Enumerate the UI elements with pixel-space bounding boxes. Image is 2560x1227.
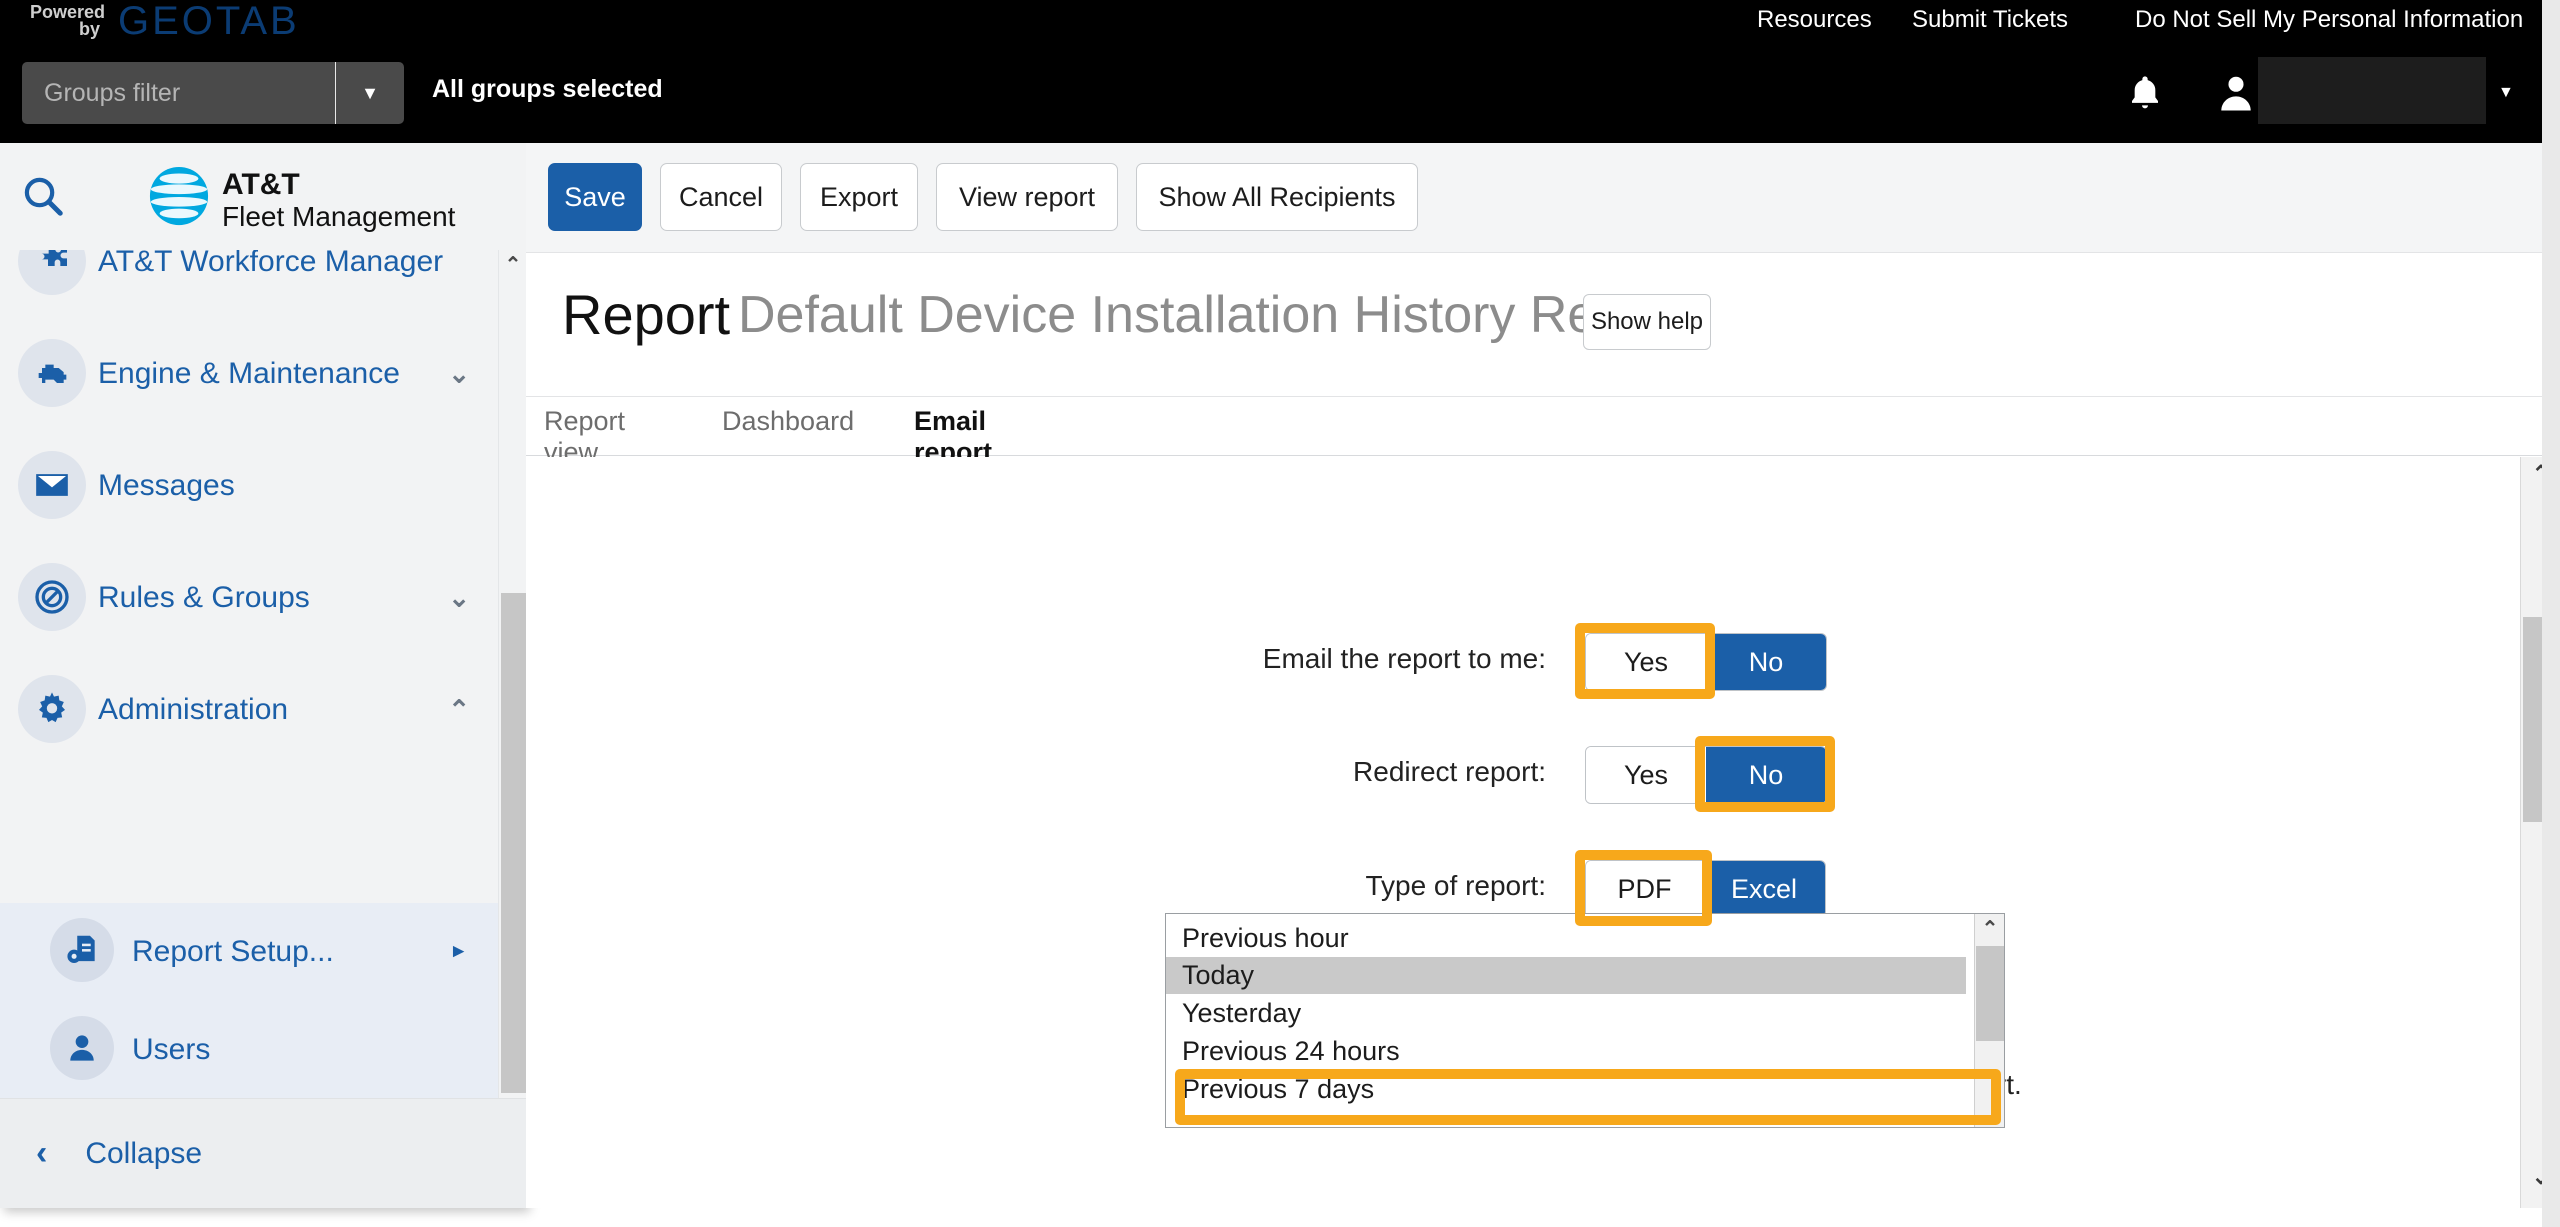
main-scrollbar[interactable]: ⌃ ⌄ xyxy=(2520,457,2560,1208)
type-excel-option[interactable]: Excel xyxy=(1703,861,1825,917)
page-title-row: Report Default Device Installation Histo… xyxy=(526,254,2560,397)
list-item[interactable]: Previous hour xyxy=(1166,920,1966,957)
type-of-report-label: Type of report: xyxy=(1365,870,1546,901)
left-sidebar: AT&T Fleet Management AT&T Workforce Man… xyxy=(0,143,526,1208)
sidebar-collapse-button[interactable]: ‹ Collapse xyxy=(0,1098,526,1208)
redirect-report-label: Redirect report: xyxy=(1353,756,1546,787)
tab-report-view[interactable]: Report view xyxy=(544,406,672,467)
search-icon[interactable] xyxy=(20,173,66,219)
chevron-up-icon[interactable]: ⌃ xyxy=(448,695,470,726)
sidebar-scroll-area: AT&T Workforce Manager Engine & Maintena… xyxy=(0,250,526,1208)
geotab-logo: GEOTAB xyxy=(118,0,300,43)
tab-dashboard[interactable]: Dashboard xyxy=(722,406,864,456)
bell-icon[interactable] xyxy=(2125,72,2165,114)
list-item[interactable]: Previous 7 days xyxy=(1166,1071,1966,1108)
sidebar-item-label: Administration xyxy=(98,693,289,726)
all-groups-selected-label: All groups selected xyxy=(432,75,663,103)
sidebar-item-label: Engine & Maintenance xyxy=(98,357,400,390)
sidebar-item-label: Messages xyxy=(98,469,235,502)
cancel-button[interactable]: Cancel xyxy=(660,163,782,231)
sidebar-item-messages[interactable]: Messages xyxy=(0,430,498,542)
redirect-no-option[interactable]: No xyxy=(1706,747,1826,803)
redirect-report-toggle[interactable]: Yes No xyxy=(1585,746,1827,804)
sidebar-item-label: Report Setup... xyxy=(132,935,334,968)
sidebar-item-label: AT&T Workforce Manager xyxy=(98,250,444,278)
nav-link-submit-tickets[interactable]: Submit Tickets xyxy=(1912,6,2068,34)
sidebar-item-administration[interactable]: Administration ⌃ xyxy=(0,654,498,766)
action-toolbar: Save Cancel Export View report Show All … xyxy=(526,143,2560,253)
person-icon[interactable] xyxy=(2215,70,2257,116)
top-header-bar: Powered by GEOTAB Groups filter ▼ All gr… xyxy=(0,0,2560,143)
powered-by-text: Powered by xyxy=(30,2,106,39)
tab-email-report[interactable]: Email report xyxy=(914,406,1042,467)
list-item[interactable]: Previous 24 hours xyxy=(1166,1033,1966,1070)
sidebar-scrollbar-thumb[interactable] xyxy=(501,593,526,1093)
sidebar-item-workforce-manager[interactable]: AT&T Workforce Manager xyxy=(0,250,498,318)
email-to-me-no-option[interactable]: No xyxy=(1706,634,1826,690)
att-brand-title: AT&T xyxy=(222,168,300,201)
user-name-field xyxy=(2258,57,2486,124)
chevron-down-icon[interactable]: ⌄ xyxy=(448,583,470,614)
scroll-down-icon[interactable]: ⌄ xyxy=(2521,1164,2560,1200)
type-of-report-toggle[interactable]: PDF Excel xyxy=(1585,860,1826,918)
listbox-scroll-up-icon[interactable]: ⌃ xyxy=(1975,914,2004,944)
sidebar-item-rules-groups[interactable]: Rules & Groups ⌄ xyxy=(0,542,498,654)
listbox-scrollbar[interactable]: ⌃ xyxy=(1974,914,2004,1127)
email-to-me-label: Email the report to me: xyxy=(1262,643,1546,674)
chevron-left-icon: ‹ xyxy=(36,1134,48,1172)
groups-filter-dropdown[interactable]: Groups filter ▼ xyxy=(22,62,404,124)
sidebar-item-label: Rules & Groups xyxy=(98,581,310,614)
show-help-button[interactable]: Show help xyxy=(1583,294,1711,350)
tab-bar: Report view Dashboard Email report xyxy=(526,398,2560,467)
view-report-button[interactable]: View report xyxy=(936,163,1118,231)
puzzle-icon xyxy=(18,250,86,295)
email-report-form: Email the report to me: Yes No 10 users … xyxy=(526,457,2560,1208)
email-to-me-yes-option[interactable]: Yes xyxy=(1586,634,1706,690)
date-range-listbox[interactable]: Previous hour Today Yesterday Previous 2… xyxy=(1165,913,2005,1128)
listbox-scrollbar-thumb[interactable] xyxy=(1976,946,2004,1041)
chevron-down-icon[interactable]: ⌄ xyxy=(448,359,470,390)
sidebar-item-engine-maintenance[interactable]: Engine & Maintenance ⌄ xyxy=(0,318,498,430)
show-all-recipients-button[interactable]: Show All Recipients xyxy=(1136,163,1418,231)
sidebar-scroll-up-icon[interactable]: ⌃ xyxy=(499,252,526,286)
sidebar-scrollbar[interactable]: ⌃ ⌄ xyxy=(498,250,526,1208)
gear-icon xyxy=(18,675,86,743)
engine-icon xyxy=(18,339,86,407)
type-pdf-option[interactable]: PDF xyxy=(1586,861,1703,917)
nav-link-do-not-sell[interactable]: Do Not Sell My Personal Information xyxy=(2135,6,2523,34)
page-title: Report xyxy=(562,283,731,346)
list-item[interactable]: Yesterday xyxy=(1166,995,1966,1032)
collapse-label: Collapse xyxy=(85,1136,203,1170)
main-scrollbar-thumb[interactable] xyxy=(2523,617,2560,822)
att-globe-logo-icon xyxy=(149,166,209,226)
report-name: Default Device Installation History Repo… xyxy=(738,286,1686,344)
user-icon xyxy=(50,1016,114,1080)
export-button[interactable]: Export xyxy=(800,163,918,231)
envelope-icon xyxy=(18,451,86,519)
nav-link-resources[interactable]: Resources xyxy=(1757,6,1872,34)
main-content-area: Save Cancel Export View report Show All … xyxy=(526,143,2560,1208)
sidebar-item-report-setup[interactable]: Report Setup... ► xyxy=(0,903,498,1001)
sidebar-item-users[interactable]: Users xyxy=(0,1001,498,1099)
save-button[interactable]: Save xyxy=(548,163,642,231)
sidebar-header: AT&T Fleet Management xyxy=(0,143,526,250)
att-brand-subtitle: Fleet Management xyxy=(222,201,456,232)
scroll-up-icon[interactable]: ⌃ xyxy=(2521,461,2560,497)
redirect-yes-option[interactable]: Yes xyxy=(1586,747,1706,803)
sidebar-item-label: Users xyxy=(132,1033,211,1066)
chevron-right-icon[interactable]: ► xyxy=(449,941,468,963)
account-chevron-down-icon[interactable]: ▼ xyxy=(2498,84,2514,102)
email-to-me-toggle[interactable]: Yes No xyxy=(1585,633,1827,691)
report-setup-icon xyxy=(50,918,114,982)
list-item[interactable]: Today xyxy=(1166,957,1966,994)
rules-icon xyxy=(18,563,86,631)
tab-label: Dashboard xyxy=(722,406,855,436)
chevron-down-icon[interactable]: ▼ xyxy=(336,83,404,104)
groups-filter-placeholder: Groups filter xyxy=(44,78,181,107)
